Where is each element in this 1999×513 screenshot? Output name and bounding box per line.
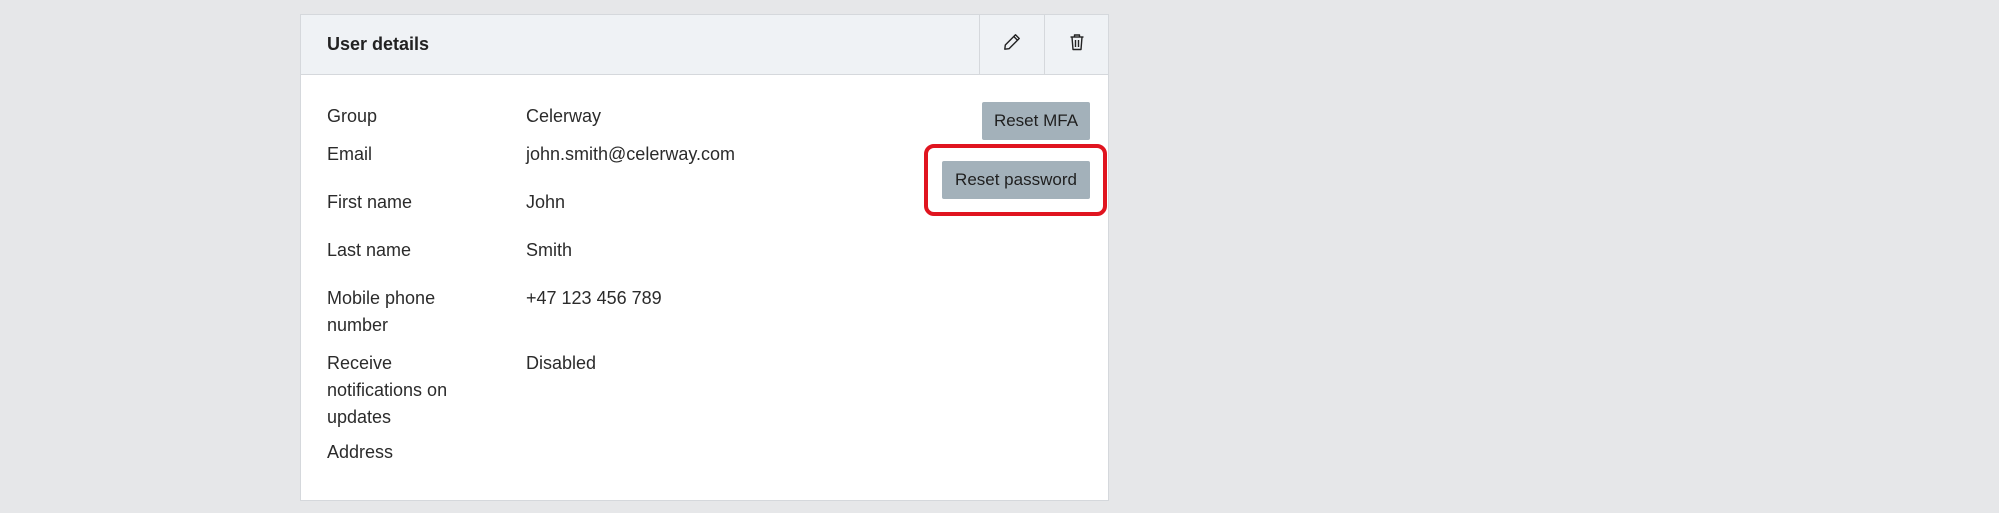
value-last-name: Smith: [526, 240, 573, 260]
label-group: Group: [327, 106, 378, 126]
label-last-name: Last name: [327, 240, 412, 260]
delete-button[interactable]: [1044, 15, 1108, 74]
value-mobile-phone: +47 123 456 789: [526, 288, 662, 308]
value-group: Celerway: [526, 106, 602, 126]
value-email: john.smith@celerway.com: [526, 144, 736, 164]
edit-button[interactable]: [979, 15, 1043, 74]
user-details-card: User details Group Celerway Email john.s…: [300, 14, 1109, 501]
reset-mfa-button[interactable]: Reset MFA: [982, 102, 1090, 140]
label-email: Email: [327, 144, 373, 164]
reset-password-button[interactable]: Reset password: [942, 161, 1090, 199]
value-first-name: John: [526, 192, 566, 212]
label-address: Address: [327, 442, 394, 462]
trash-icon: [1067, 32, 1087, 57]
label-notifications: Receive notifications on updates: [327, 353, 448, 427]
card-header: User details: [301, 15, 1108, 75]
label-mobile-phone: Mobile phone number: [327, 288, 436, 335]
pencil-icon: [1002, 32, 1022, 57]
value-notifications: Disabled: [526, 353, 597, 373]
label-first-name: First name: [327, 192, 413, 212]
card-title: User details: [327, 34, 430, 54]
